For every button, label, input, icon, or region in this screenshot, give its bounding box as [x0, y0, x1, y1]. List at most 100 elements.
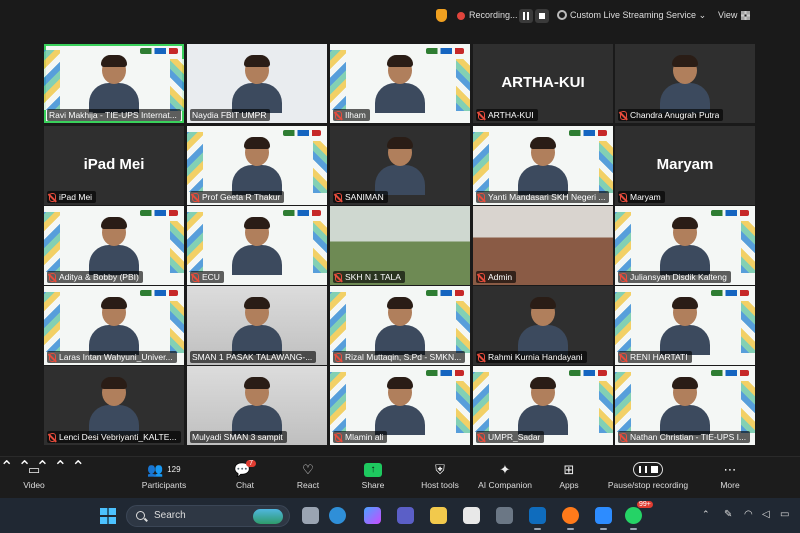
participant-tile[interactable]: UMPR_Sadar	[473, 366, 613, 445]
event-logos	[426, 290, 464, 296]
participant-tile[interactable]: SANIMAN	[330, 126, 470, 205]
participant-tile[interactable]: SMAN 1 PASAK TALAWANG-...	[187, 286, 327, 365]
participant-tile[interactable]: Aditya & Bobby (PBI)	[44, 206, 184, 285]
participant-tile[interactable]: Admin	[473, 206, 613, 285]
pause-stop-recording-label: Pause/stop recording	[607, 480, 689, 490]
event-logos	[426, 48, 464, 54]
recording-label: Recording...	[469, 10, 518, 20]
share-options-chevron-icon[interactable]: ⌃	[54, 459, 67, 476]
windows-start-icon[interactable]	[100, 508, 116, 524]
participant-tile[interactable]: Yanti Mandasari SKH Negeri ...	[473, 126, 613, 205]
apps-button[interactable]: ⊞ Apps	[556, 461, 582, 491]
event-logos	[283, 210, 321, 216]
shield-icon[interactable]	[436, 9, 447, 22]
participant-tile[interactable]: iPad Mei iPad Mei	[44, 126, 184, 205]
shield-icon: ⛨	[435, 461, 445, 477]
event-logos	[426, 370, 464, 376]
participant-tile[interactable]: Laras Intan Wahyuni_Univer...	[44, 286, 184, 365]
participant-name-bar: Mlamin ali	[333, 431, 388, 443]
participant-tile[interactable]: RENI HARTATI	[615, 286, 755, 365]
participant-name: UMPR_Sadar	[488, 432, 541, 442]
file-explorer-icon[interactable]	[430, 507, 447, 524]
participant-name-bar: Mulyadi SMAN 3 sampit	[190, 431, 287, 443]
view-button[interactable]: View	[718, 10, 737, 20]
ai-companion-button[interactable]: ✦ AI Companion	[474, 461, 536, 491]
participant-name-bar: Juliansyah Disdik Kalteng	[618, 271, 731, 283]
meeting-top-bar: Recording... Custom Live Streaming Servi…	[0, 0, 800, 33]
participant-tile[interactable]: ECU	[187, 206, 327, 285]
live-stream-icon	[557, 10, 567, 20]
participant-video	[228, 137, 286, 195]
participant-name: Juliansyah Disdik Kalteng	[630, 272, 727, 282]
taskbar-search-box[interactable]: Search	[126, 505, 290, 527]
event-logos	[711, 210, 749, 216]
copilot-icon[interactable]	[364, 507, 381, 524]
participant-name-bar: Prof Geeta R Thakur	[190, 191, 285, 203]
chat-label: Chat	[236, 480, 254, 490]
participant-tile[interactable]: Ravi Makhija - TIE-UPS Internat...	[44, 44, 184, 123]
pen-icon[interactable]: ✎	[724, 509, 732, 520]
participant-tile[interactable]: Lenci Desi Vebriyanti_KALTE...	[44, 366, 184, 445]
apps-options-chevron-icon[interactable]: ⌃	[71, 459, 84, 476]
battery-icon[interactable]: ▭	[780, 509, 789, 520]
participant-tile[interactable]: Rizal Muttaqin, S.Pd - SMKN...	[330, 286, 470, 365]
participant-name-bar: ECU	[190, 271, 224, 283]
video-label: Video	[23, 480, 45, 490]
participant-name-bar: Rahmi Kurnia Handayani	[476, 351, 587, 363]
gallery-grid-icon[interactable]	[741, 11, 750, 20]
pause-icon	[523, 12, 529, 20]
participant-name-bar: SANIMAN	[333, 191, 388, 203]
participant-name: Aditya & Bobby (PBI)	[59, 272, 139, 282]
more-dots-icon: ⋯	[723, 461, 737, 477]
video-options-chevron-icon[interactable]: ⌃	[0, 459, 13, 476]
participant-tile[interactable]: Prof Geeta R Thakur	[187, 126, 327, 205]
participant-tile[interactable]: Nathan Christian - TIE-UPS I...	[615, 366, 755, 445]
participant-video	[371, 55, 429, 113]
mic-muted-icon	[49, 272, 56, 282]
participant-tile[interactable]: Mlamin ali	[330, 366, 470, 445]
stop-recording-button[interactable]	[535, 9, 549, 23]
firefox-icon[interactable]	[562, 507, 579, 530]
share-button[interactable]: ↑ Share	[358, 461, 388, 490]
participant-tile[interactable]: Chandra Anugrah Putra	[615, 44, 755, 123]
participant-tile[interactable]: Juliansyah Disdik Kalteng	[615, 206, 755, 285]
video-button[interactable]: ▭ Video	[20, 461, 48, 491]
pause-stop-recording-button[interactable]: Pause/stop recording	[605, 461, 691, 490]
speaker-icon[interactable]: ◁	[762, 509, 770, 520]
more-button[interactable]: ⋯ More	[716, 461, 744, 491]
whatsapp-icon[interactable]	[625, 507, 642, 530]
camera-icon[interactable]	[496, 507, 513, 524]
participant-tile[interactable]: ARTHA-KUI ARTHA-KUI	[473, 44, 613, 123]
apps-icon: ⊞	[563, 461, 575, 477]
live-stream-menu[interactable]: Custom Live Streaming Service ⌄	[570, 10, 706, 21]
participant-tile[interactable]: Naydia FBIT UMPR	[187, 44, 327, 123]
outlook-icon[interactable]	[529, 507, 546, 530]
participant-name-bar: Naydia FBIT UMPR	[190, 109, 271, 121]
mic-muted-icon	[335, 432, 342, 442]
chat-unread-badge: 7	[246, 460, 257, 467]
participant-tile[interactable]: Mulyadi SMAN 3 sampit	[187, 366, 327, 445]
teams-icon[interactable]	[397, 507, 414, 524]
wifi-icon[interactable]: ◠	[744, 509, 753, 520]
react-button[interactable]: ♡ React	[293, 461, 323, 491]
heart-icon: ♡	[302, 461, 314, 477]
search-icon	[136, 511, 145, 520]
task-view-icon[interactable]	[302, 507, 319, 524]
event-logos	[140, 48, 178, 54]
ai-companion-label: AI Companion	[478, 480, 532, 490]
participants-button[interactable]: 👥 129 Participants	[138, 461, 190, 491]
participant-tile[interactable]: Ilham	[330, 44, 470, 123]
zoom-icon[interactable]	[595, 507, 612, 530]
edge-browser-icon[interactable]	[329, 507, 346, 524]
participant-name: Laras Intan Wahyuni_Univer...	[59, 352, 173, 362]
host-tools-button[interactable]: ⛨ Host tools	[417, 461, 463, 491]
participant-tile[interactable]: Maryam Maryam	[615, 126, 755, 205]
participant-video	[514, 137, 572, 195]
microsoft-store-icon[interactable]	[463, 507, 480, 524]
participant-tile[interactable]: SKH N 1 TALA	[330, 206, 470, 285]
pause-recording-button[interactable]	[519, 9, 533, 23]
show-hidden-icons-chevron-icon[interactable]: ⌃	[702, 509, 710, 520]
search-placeholder: Search	[154, 510, 186, 521]
participant-tile[interactable]: Rahmi Kurnia Handayani	[473, 286, 613, 365]
chat-button[interactable]: 💬 7 Chat	[230, 460, 260, 490]
